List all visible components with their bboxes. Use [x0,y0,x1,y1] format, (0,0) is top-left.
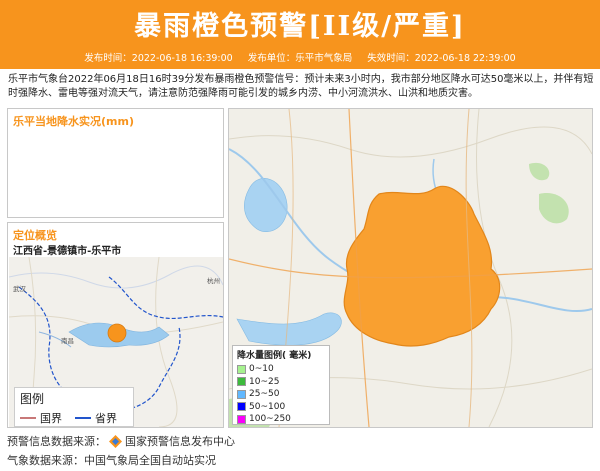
rain-swatch-icon [237,364,246,374]
map-label-wuhan: 武汉 [13,284,27,293]
rain-legend-item: 25~50 [233,388,329,401]
expire-time: 失效时间：2022-06-18 22:39:00 [367,53,516,64]
rain-panel-title: 乐平当地降水实况(mm) [13,115,134,128]
warning-source-label: 预警信息数据来源： [7,435,106,448]
publisher: 发布单位：乐平市气象局 [247,53,353,64]
location-legend-title: 图例 [20,392,45,406]
rain-legend: 降水量图例( 毫米) 0~10 10~25 25~50 50~100 100~2… [232,345,330,425]
location-legend: 图例 国界 省界 [14,387,134,427]
rain-swatch-icon [237,377,246,387]
rain-legend-item: 0~10 [233,363,329,376]
rain-panel: 乐平当地降水实况(mm) [7,108,224,218]
weather-source-line: 气象数据来源：中国气象局全国自动站实况 [7,454,216,467]
legend-national-border: 国界 [20,410,62,426]
leping-location-marker [107,323,127,343]
rain-swatch-icon [237,389,246,399]
warning-source-line: 预警信息数据来源： 国家预警信息发布中心 [7,433,235,449]
rain-legend-item: 10~25 [233,376,329,389]
rain-legend-item: 50~100 [233,401,329,414]
warning-center-logo-icon [109,434,122,448]
map-label-nanchang: 南昌 [61,336,74,345]
warning-title: 暴雨橙色预警[II级/严重] [134,11,466,42]
location-panel-title: 定位概览 [13,229,57,242]
warning-source-link[interactable]: 国家预警信息发布中心 [125,433,235,449]
legend-provincial-border: 省界 [75,410,117,426]
national-border-line-icon [20,417,36,419]
warning-description: 乐平市气象台2022年06月18日16时39分发布暴雨橙色预警信号：预计未来3小… [8,74,594,99]
rain-legend-item: 100~250 [233,413,329,426]
rain-swatch-icon [237,414,246,424]
warning-meta: 发布时间：2022-06-18 16:39:00 发布单位：乐平市气象局 失效时… [0,50,600,64]
provincial-border-line-icon [75,417,91,419]
map-label-hangzhou: 杭州 [207,276,220,285]
rain-legend-title: 降水量图例( 毫米) [237,351,312,361]
location-name: 江西省-景德镇市-乐平市 [13,246,122,257]
warning-header: 暴雨橙色预警[II级/严重] 发布时间：2022-06-18 16:39:00 … [0,0,600,69]
publish-time: 发布时间：2022-06-18 16:39:00 [84,53,233,64]
rain-swatch-icon [237,402,246,412]
